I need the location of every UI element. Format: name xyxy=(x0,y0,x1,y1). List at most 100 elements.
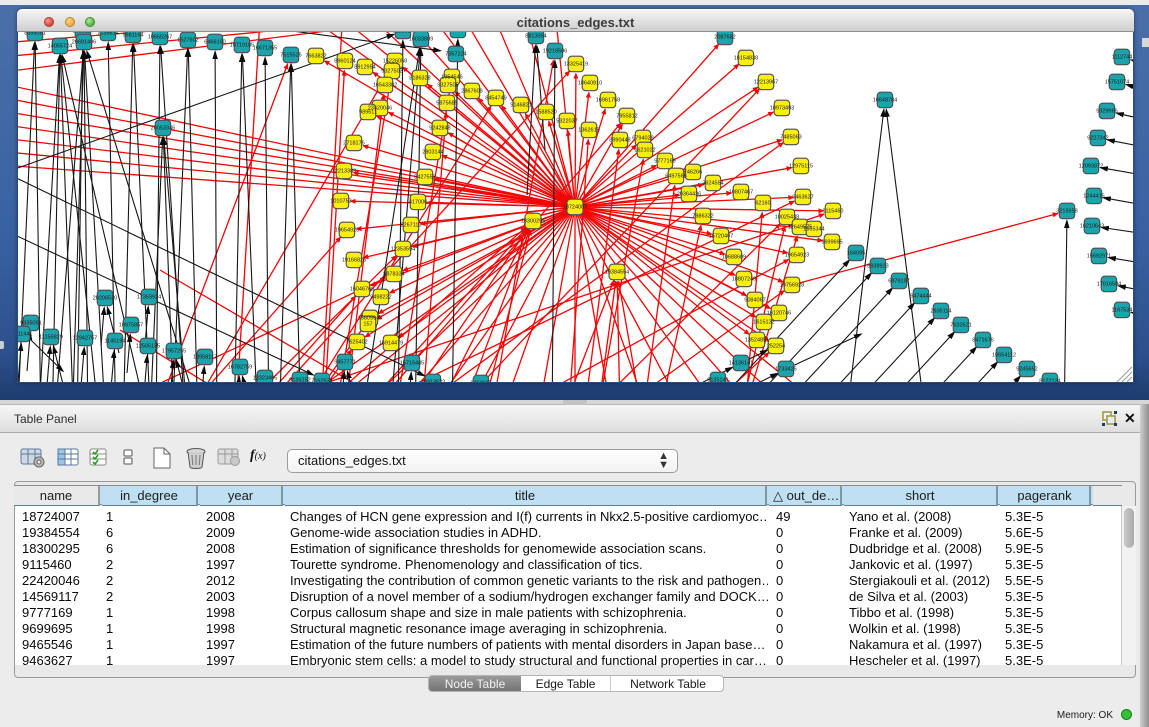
svg-text:9245652: 9245652 xyxy=(1016,367,1037,373)
svg-text:18724007: 18724007 xyxy=(563,205,587,211)
svg-text:3215958: 3215958 xyxy=(1056,209,1077,215)
svg-text:7625402: 7625402 xyxy=(346,340,367,346)
svg-text:417006: 417006 xyxy=(409,200,427,206)
svg-text:1527602: 1527602 xyxy=(177,38,198,44)
svg-text:9242848: 9242848 xyxy=(429,126,450,132)
svg-text:1244415: 1244415 xyxy=(1083,194,1104,200)
svg-text:2867608: 2867608 xyxy=(461,89,482,95)
svg-text:8186328: 8186328 xyxy=(409,76,430,82)
svg-text:1010753: 1010753 xyxy=(330,199,351,205)
svg-text:16914479: 16914479 xyxy=(379,341,403,347)
svg-text:252254: 252254 xyxy=(767,344,785,350)
svg-text:14055724: 14055724 xyxy=(48,44,72,50)
svg-text:12975115: 12975115 xyxy=(789,164,813,170)
svg-text:9699695: 9699695 xyxy=(821,240,842,246)
svg-text:10025438: 10025438 xyxy=(775,215,799,221)
svg-text:1362615: 1362615 xyxy=(578,128,599,134)
svg-text:10313522: 10313522 xyxy=(421,380,445,383)
svg-text:16046766: 16046766 xyxy=(350,287,374,293)
svg-text:1588520: 1588520 xyxy=(535,110,556,116)
svg-text:10958117: 10958117 xyxy=(193,355,217,361)
svg-text:989611: 989611 xyxy=(359,110,377,116)
svg-text:6794028: 6794028 xyxy=(632,136,653,142)
svg-text:16961758: 16961758 xyxy=(596,98,620,104)
svg-text:15226058: 15226058 xyxy=(383,59,407,65)
svg-text:9227342: 9227342 xyxy=(1087,136,1108,142)
svg-text:18300295: 18300295 xyxy=(521,219,545,225)
svg-text:16033809: 16033809 xyxy=(409,37,433,43)
svg-text:6497568: 6497568 xyxy=(665,174,686,180)
svg-text:9327503: 9327503 xyxy=(381,69,402,75)
svg-text:16648784: 16648784 xyxy=(873,98,897,104)
svg-text:17359924: 17359924 xyxy=(137,295,161,301)
svg-text:19166825: 19166825 xyxy=(342,258,366,264)
svg-text:9777169: 9777169 xyxy=(654,159,675,165)
svg-text:14136141: 14136141 xyxy=(729,361,753,367)
svg-text:20691406: 20691406 xyxy=(72,40,96,46)
svg-text:2803144: 2803144 xyxy=(422,150,443,156)
svg-text:17016504: 17016504 xyxy=(1097,282,1121,288)
svg-text:1954546: 1954546 xyxy=(441,75,462,81)
svg-text:9981164: 9981164 xyxy=(122,33,143,39)
svg-text:9135162: 9135162 xyxy=(289,378,310,383)
svg-text:1615132: 1615132 xyxy=(753,320,774,326)
svg-text:7632621: 7632621 xyxy=(950,323,971,329)
svg-text:10655267: 10655267 xyxy=(148,35,172,41)
svg-text:20206530: 20206530 xyxy=(93,296,117,302)
svg-text:16210643: 16210643 xyxy=(1080,224,1104,230)
svg-text:8938923: 8938923 xyxy=(867,264,888,270)
svg-text:9329966: 9329966 xyxy=(1096,109,1117,115)
svg-text:10973493: 10973493 xyxy=(770,106,794,112)
svg-text:16120746: 16120746 xyxy=(767,311,791,317)
svg-text:12353594: 12353594 xyxy=(391,247,415,253)
svg-text:157: 157 xyxy=(363,322,372,328)
svg-text:12213389: 12213389 xyxy=(332,169,356,175)
svg-text:8122134: 8122134 xyxy=(1039,379,1060,383)
svg-text:8471676: 8471676 xyxy=(972,338,993,344)
svg-text:9474444: 9474444 xyxy=(910,294,931,300)
svg-text:12942757: 12942757 xyxy=(73,336,97,342)
svg-text:7955812: 7955812 xyxy=(616,114,637,120)
svg-text:1621022: 1621022 xyxy=(634,148,655,154)
svg-text:20053346: 20053346 xyxy=(151,126,175,132)
svg-text:12093872: 12093872 xyxy=(1079,164,1103,170)
svg-text:10688609: 10688609 xyxy=(722,255,746,261)
svg-text:19384554: 19384554 xyxy=(605,270,629,276)
svg-text:9084067: 9084067 xyxy=(744,298,765,304)
svg-text:62160: 62160 xyxy=(755,201,770,207)
svg-text:7135614: 7135614 xyxy=(97,32,118,37)
svg-text:19654923: 19654923 xyxy=(785,253,809,259)
svg-text:6466160: 6466160 xyxy=(204,40,225,46)
svg-text:9135141: 9135141 xyxy=(707,378,728,383)
svg-text:1167534: 1167534 xyxy=(1111,308,1132,314)
svg-text:11156829: 11156829 xyxy=(39,335,63,341)
svg-text:9146821: 9146821 xyxy=(510,103,531,109)
svg-text:8151162: 8151162 xyxy=(447,32,468,34)
svg-text:19654923: 19654923 xyxy=(335,228,359,234)
svg-text:164095: 164095 xyxy=(847,251,865,257)
svg-text:8395061: 8395061 xyxy=(24,32,45,37)
svg-text:1963114: 1963114 xyxy=(72,32,93,35)
svg-text:2935114: 2935114 xyxy=(930,309,951,315)
svg-text:9115460: 9115460 xyxy=(822,209,843,215)
svg-text:2087682: 2087682 xyxy=(714,35,735,41)
svg-text:3624554: 3624554 xyxy=(702,181,723,187)
svg-text:8267110: 8267110 xyxy=(400,223,421,229)
svg-text:12505135: 12505135 xyxy=(136,344,160,350)
svg-text:15720407: 15720407 xyxy=(709,234,733,240)
svg-text:10975857: 10975857 xyxy=(119,323,143,329)
svg-text:8912954: 8912954 xyxy=(354,65,375,71)
svg-text:16154838: 16154838 xyxy=(734,56,758,62)
svg-text:18807249: 18807249 xyxy=(732,277,756,283)
svg-text:10807467: 10807467 xyxy=(729,190,753,196)
svg-text:20364436: 20364436 xyxy=(677,192,701,198)
svg-text:10654112: 10654112 xyxy=(992,353,1016,359)
svg-text:9335051: 9335051 xyxy=(20,321,41,327)
svg-text:15716485: 15716485 xyxy=(400,361,424,367)
svg-text:7663822: 7663822 xyxy=(305,54,326,60)
svg-text:3911441: 3911441 xyxy=(18,332,33,338)
svg-text:8454749: 8454749 xyxy=(485,96,506,102)
svg-text:9498222: 9498222 xyxy=(370,295,391,301)
svg-text:16671355: 16671355 xyxy=(253,46,277,52)
svg-text:6879197: 6879197 xyxy=(888,279,909,285)
